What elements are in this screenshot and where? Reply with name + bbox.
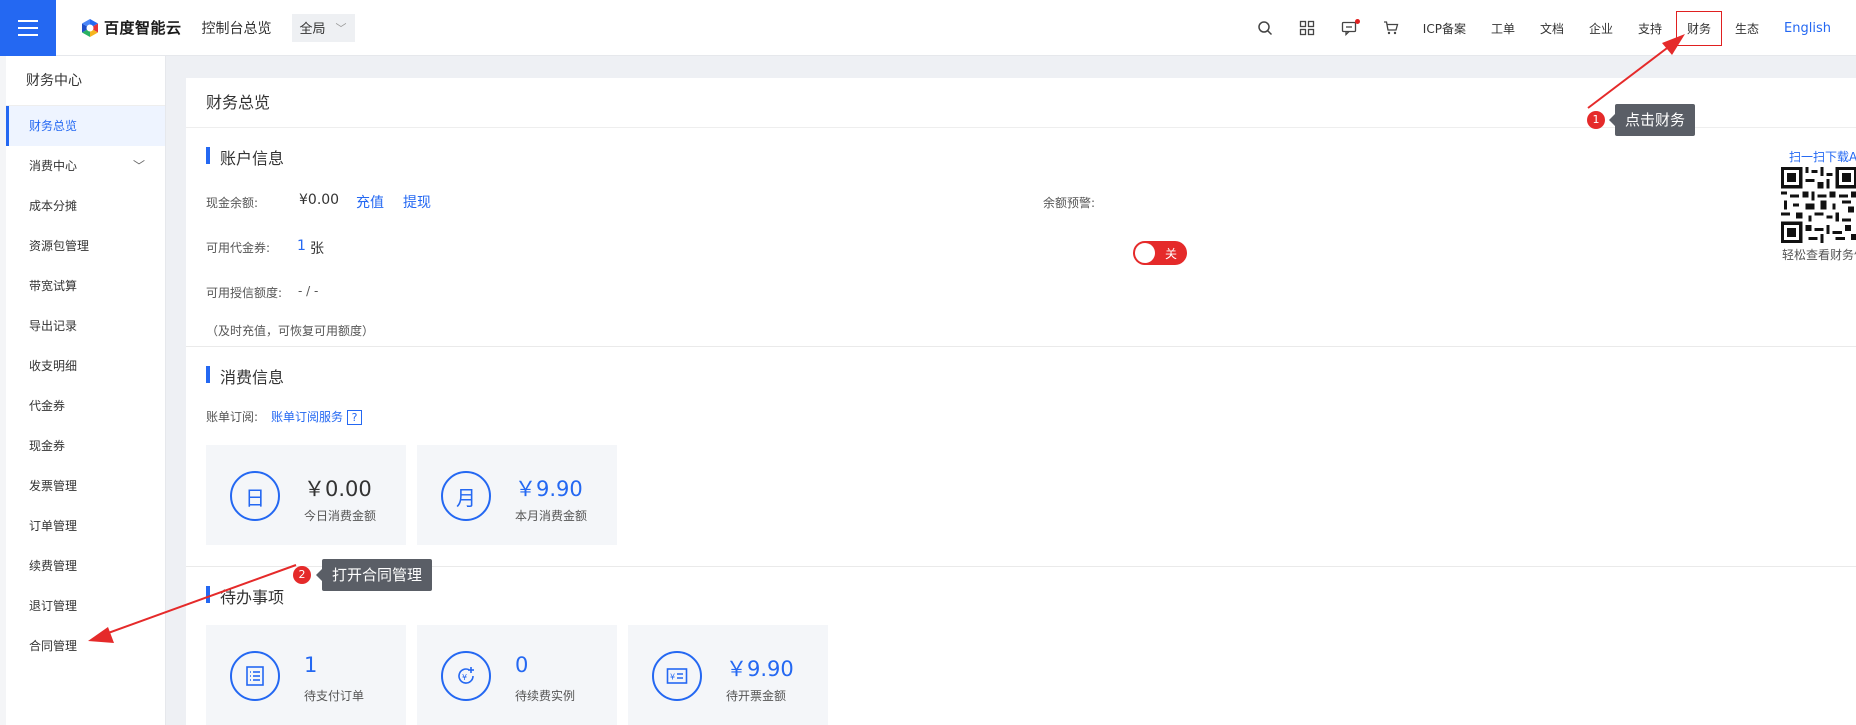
- invoice-icon: ¥: [652, 651, 702, 701]
- voucher-unit: 张: [310, 241, 324, 257]
- grid-apps-icon[interactable]: [1297, 18, 1317, 38]
- credit-value: - / -: [298, 284, 319, 298]
- support-link[interactable]: 支持: [1638, 20, 1662, 37]
- sidebar-item-vouchers[interactable]: 代金券: [6, 386, 165, 426]
- today-consumption-card: 日 ￥0.00 今日消费金额: [206, 445, 406, 545]
- message-icon[interactable]: [1339, 18, 1360, 38]
- step-2-badge: 2: [293, 566, 311, 584]
- voucher-label: 可用代金券:: [206, 241, 271, 255]
- qr-caption: 轻松查看财务信: [1782, 248, 1856, 262]
- today-consumption-label: 今日消费金额: [304, 509, 377, 523]
- section-divider: [186, 566, 1856, 567]
- today-consumption-amount: ￥0.00: [304, 477, 372, 501]
- toggle-state: 关: [1164, 247, 1177, 261]
- balance-alert-toggle[interactable]: 关: [1133, 241, 1187, 265]
- sidebar-item-label: 消费中心: [29, 159, 78, 173]
- pending-invoice-amount[interactable]: ￥9.90: [726, 653, 794, 683]
- sidebar-item-resource-package[interactable]: 资源包管理: [6, 226, 165, 266]
- sidebar-item-overview[interactable]: 财务总览: [6, 106, 165, 146]
- section-divider: [186, 346, 1856, 347]
- voucher-count[interactable]: 1: [297, 238, 306, 254]
- pending-payment-label: 待支付订单: [304, 689, 365, 703]
- toggle-knob: [1135, 243, 1155, 263]
- console-overview-link[interactable]: 控制台总览: [202, 18, 272, 38]
- help-icon[interactable]: ?: [347, 410, 363, 425]
- ticket-link[interactable]: 工单: [1491, 20, 1515, 37]
- todo-section-title: 待办事项: [206, 584, 284, 608]
- sidebar-item-export-records[interactable]: 导出记录: [6, 306, 165, 346]
- month-consumption-card[interactable]: 月 ￥9.90 本月消费金额: [417, 445, 617, 545]
- sidebar-item-renewals[interactable]: 续费管理: [6, 546, 165, 586]
- finance-link[interactable]: 财务: [1676, 10, 1723, 46]
- cash-balance-label: 现金余额:: [206, 196, 259, 210]
- chevron-down-icon: ﹀: [335, 21, 347, 35]
- sidebar-item-transactions[interactable]: 收支明细: [6, 346, 165, 386]
- pending-payment-count[interactable]: 1: [304, 653, 317, 677]
- svg-text:¥: ¥: [462, 673, 467, 682]
- region-select[interactable]: 全局 ﹀: [291, 13, 355, 42]
- brand-logo[interactable]: 百度智能云: [80, 17, 182, 38]
- sidebar-item-cash-coupons[interactable]: 现金券: [6, 426, 165, 466]
- pending-renewal-count[interactable]: 0: [515, 653, 528, 677]
- pending-invoice-label: 待开票金额: [726, 689, 787, 703]
- scan-download-link[interactable]: 扫一扫下载A: [1789, 148, 1856, 165]
- withdraw-link[interactable]: 提现: [403, 192, 431, 212]
- brand-name: 百度智能云: [104, 19, 182, 37]
- pending-renewal-label: 待续费实例: [515, 689, 576, 703]
- step-2-tooltip: 打开合同管理: [315, 559, 433, 591]
- consumption-section-title: 消费信息: [206, 364, 284, 388]
- main-content: 财务总览 账户信息 现金余额: ¥0.00 充值 提现 可用代金券: 1 张 可…: [186, 78, 1856, 725]
- month-calendar-icon: 月: [441, 471, 491, 521]
- sidebar-item-consumption[interactable]: 消费中心 ﹀: [6, 146, 165, 186]
- sidebar-item-cost-allocation[interactable]: 成本分摊: [6, 186, 165, 226]
- sidebar-item-bandwidth-calc[interactable]: 带宽试算: [6, 266, 165, 306]
- month-consumption-label: 本月消费金额: [515, 509, 588, 523]
- svg-text:¥: ¥: [670, 673, 675, 682]
- pending-invoice-card[interactable]: ¥ ￥9.90 待开票金额: [628, 625, 828, 725]
- pending-renewal-card[interactable]: ¥ 0 待续费实例: [417, 625, 617, 725]
- credit-note: （及时充值，可恢复可用额度）: [206, 324, 375, 338]
- enterprise-link[interactable]: 企业: [1589, 20, 1613, 37]
- account-section-title: 账户信息: [206, 145, 284, 169]
- docs-link[interactable]: 文档: [1540, 20, 1564, 37]
- sidebar-title: 财务中心: [6, 56, 165, 106]
- search-icon[interactable]: [1255, 18, 1275, 38]
- sidebar-item-orders[interactable]: 订单管理: [6, 506, 165, 546]
- menu-line: [18, 19, 38, 22]
- bill-subscribe-label: 账单订阅:: [206, 410, 259, 424]
- sidebar-item-unsubscribe[interactable]: 退订管理: [6, 586, 165, 626]
- icp-link[interactable]: ICP备案: [1423, 20, 1466, 37]
- page-title: 财务总览: [186, 78, 1856, 128]
- sidebar-item-invoices[interactable]: 发票管理: [6, 466, 165, 506]
- balance-alert-label: 余额预警:: [1043, 196, 1096, 210]
- credit-label: 可用授信额度:: [206, 286, 283, 300]
- cash-balance-value: ¥0.00: [299, 192, 340, 208]
- order-list-icon: [230, 651, 280, 701]
- bill-subscribe-link[interactable]: 账单订阅服务?: [271, 408, 363, 425]
- cart-icon[interactable]: [1381, 18, 1401, 38]
- sidebar-item-contracts[interactable]: 合同管理: [6, 626, 165, 666]
- menu-line: [18, 26, 38, 29]
- chevron-down-icon: ﹀: [132, 159, 145, 173]
- bill-subscribe-text: 账单订阅服务: [271, 410, 344, 424]
- hamburger-menu-button[interactable]: [0, 0, 56, 56]
- menu-line: [18, 33, 38, 36]
- ecosystem-link[interactable]: 生态: [1735, 20, 1759, 37]
- notification-dot: [1354, 19, 1360, 24]
- english-link[interactable]: English: [1784, 21, 1831, 36]
- day-calendar-icon: 日: [230, 471, 280, 521]
- renewal-icon: ¥: [441, 651, 491, 701]
- cloud-logo-icon: [80, 18, 100, 38]
- month-consumption-amount[interactable]: ￥9.90: [515, 473, 583, 503]
- region-value: 全局: [299, 22, 326, 37]
- pending-payment-card[interactable]: 1 待支付订单: [206, 625, 406, 725]
- top-nav: ICP备案 工单 文档 企业 支持 财务 生态 English: [1255, 0, 1856, 56]
- finance-sidebar: 财务中心 财务总览 消费中心 ﹀ 成本分摊 资源包管理 带宽试算 导出记录 收支…: [6, 56, 166, 725]
- step-1-badge: 1: [1587, 111, 1605, 129]
- top-bar: 百度智能云 控制台总览 全局 ﹀ ICP备案 工单 文档 企业 支持 财务 生态…: [0, 0, 1856, 56]
- step-1-tooltip: 点击财务: [1608, 104, 1696, 136]
- recharge-link[interactable]: 充值: [356, 192, 384, 212]
